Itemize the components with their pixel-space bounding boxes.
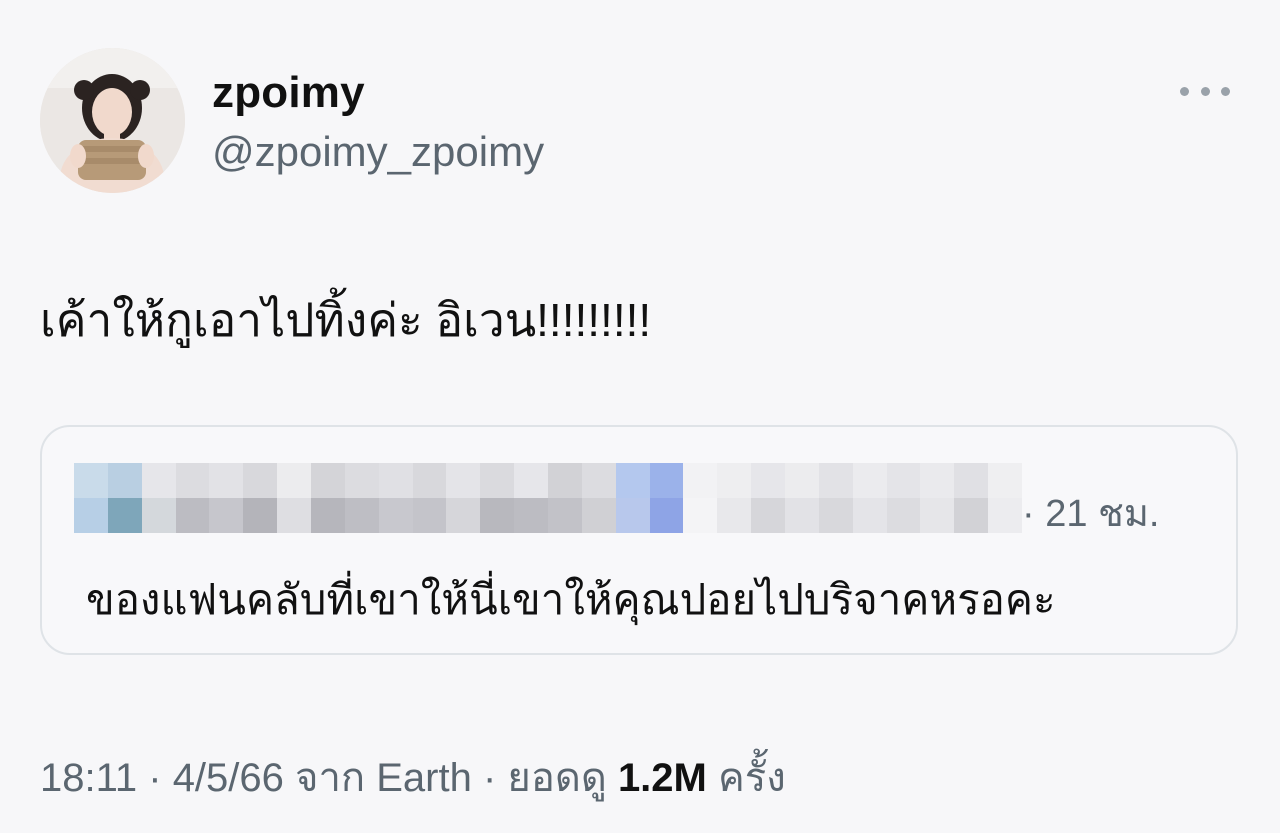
blur-pixel: [74, 463, 108, 498]
blur-pixel: [649, 463, 684, 498]
blur-pixel: [920, 463, 955, 498]
avatar[interactable]: [40, 48, 185, 193]
tweet-metadata: 18:11 · 4/5/66 จาก Earth · ยอดดู 1.2M คร…: [40, 745, 786, 809]
blur-pixel: [209, 463, 244, 498]
views-label: ยอดดู: [507, 756, 618, 800]
blur-pixel: [175, 498, 210, 533]
more-options-button[interactable]: [1180, 80, 1230, 102]
blur-pixel: [717, 463, 752, 498]
blur-pixel: [615, 498, 650, 533]
blur-pixel: [581, 498, 616, 533]
blur-pixel: [548, 463, 582, 498]
blur-pixel: [954, 498, 989, 533]
tweet-time[interactable]: 18:11: [40, 756, 137, 800]
blur-pixel: [480, 498, 515, 533]
blur-pixel: [785, 498, 819, 533]
blur-pixel: [277, 463, 311, 498]
blur-pixel: [581, 463, 616, 498]
blur-pixel: [548, 498, 582, 533]
blur-pixel: [412, 463, 447, 498]
blur-pixel: [141, 498, 176, 533]
blur-pixel: [175, 463, 210, 498]
quoted-tweet-card[interactable]: · 21 ชม. ของแฟนคลับที่เขาให้นี่เขาให้คุณ…: [40, 425, 1238, 655]
blur-pixel: [886, 498, 921, 533]
blur-pixel: [920, 498, 955, 533]
meta-separator: ·: [471, 756, 508, 800]
blur-pixel: [988, 463, 1022, 498]
blur-pixel: [649, 498, 684, 533]
tweet-source: Earth: [376, 756, 472, 800]
views-suffix: ครั้ง: [706, 756, 786, 800]
quoted-author-blurred: [74, 463, 1022, 533]
blur-pixel: [886, 463, 921, 498]
blur-pixel: [277, 498, 311, 533]
tweet-text: เค้าให้กูเอาไปทิ้งค่ะ อิเวน!!!!!!!!!: [40, 294, 652, 346]
blur-pixel: [954, 463, 989, 498]
meta-separator: ·: [137, 756, 173, 800]
blur-pixel: [378, 498, 413, 533]
blur-pixel: [311, 498, 345, 533]
blur-pixel: [717, 498, 752, 533]
blur-pixel: [311, 463, 345, 498]
blur-pixel: [74, 498, 108, 533]
tweet-date[interactable]: 4/5/66: [173, 756, 284, 800]
blur-pixel: [243, 498, 278, 533]
quoted-tweet-text: ของแฟนคลับที่เขาให้นี่เขาให้คุณปอยไปบริจ…: [86, 576, 1056, 623]
more-horizontal-icon: [1180, 86, 1189, 96]
more-horizontal-icon-dot: [1200, 86, 1210, 96]
blur-pixel: [683, 498, 718, 533]
author-handle[interactable]: @zpoimy_zpoimy: [212, 128, 544, 176]
blur-pixel: [446, 498, 481, 533]
blur-pixel: [852, 498, 887, 533]
blur-pixel: [818, 463, 853, 498]
blur-pixel: [818, 498, 853, 533]
blur-pixel: [785, 463, 819, 498]
blur-pixel: [751, 498, 785, 533]
blur-pixel: [412, 498, 447, 533]
blur-pixel: [344, 498, 379, 533]
blur-pixel: [615, 463, 650, 498]
blur-pixel: [344, 463, 379, 498]
blur-pixel: [378, 463, 413, 498]
blur-pixel: [107, 463, 142, 498]
views-count[interactable]: 1.2M: [618, 756, 707, 800]
blur-pixel: [514, 463, 548, 498]
author-display-name[interactable]: zpoimy: [212, 68, 365, 118]
blur-pixel: [852, 463, 887, 498]
blur-pixel: [514, 498, 548, 533]
blur-pixel: [446, 463, 481, 498]
quoted-tweet-time[interactable]: · 21 ชม.: [1022, 482, 1159, 543]
blur-pixel: [683, 463, 718, 498]
avatar-image: [40, 48, 185, 193]
tweet-page: zpoimy @zpoimy_zpoimy เค้าให้กูเอาไปทิ้ง…: [0, 0, 1280, 833]
blur-pixel: [141, 463, 176, 498]
source-prefix: จาก: [283, 756, 377, 800]
blur-pixel: [209, 498, 244, 533]
blur-pixel: [243, 463, 278, 498]
blur-pixel: [107, 498, 142, 533]
more-horizontal-icon-dot: [1221, 86, 1230, 96]
blur-pixel: [751, 463, 785, 498]
blur-pixel: [988, 498, 1022, 533]
blur-pixel: [480, 463, 515, 498]
